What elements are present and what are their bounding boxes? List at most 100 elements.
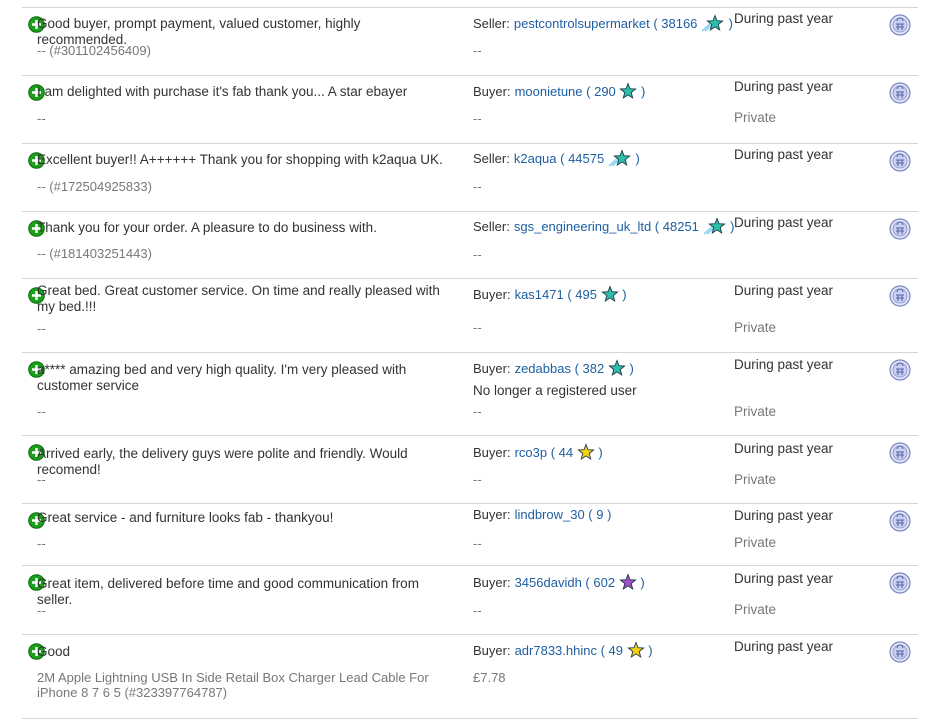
user-link[interactable]: zedabbas xyxy=(515,361,571,376)
feedback-from: Buyer: adr7833.hhinc ( 49 ) xyxy=(473,641,653,659)
feedback-item-info: -- (#301102456409) xyxy=(37,43,151,58)
feedback-score-link[interactable]: 382 xyxy=(583,361,605,376)
user-link[interactable]: lindbrow_30 xyxy=(515,507,585,522)
user-link[interactable]: sgs_engineering_uk_ltd xyxy=(514,219,651,234)
score-close-paren: ) xyxy=(618,286,627,302)
score-close-paren: ) xyxy=(636,574,645,590)
feedback-score-link[interactable]: 602 xyxy=(593,575,615,590)
role-label: Buyer: xyxy=(473,286,511,302)
score-open-paren: ( xyxy=(556,150,569,166)
purple-star-icon xyxy=(618,573,637,591)
feedback-stats-icon[interactable] xyxy=(889,442,911,469)
score-close-paren: ) xyxy=(637,83,646,99)
teal-star-icon xyxy=(619,82,638,100)
role-label: Buyer: xyxy=(473,360,511,376)
feedback-price: -- xyxy=(473,111,482,126)
feedback-comment: Excellent buyer!! A++++++ Thank you for … xyxy=(37,152,443,167)
teal-shooting-star-icon xyxy=(702,217,727,235)
feedback-item-info: -- xyxy=(37,603,46,618)
user-status-note: No longer a registered user xyxy=(473,383,637,398)
feedback-item-info: -- xyxy=(37,111,46,126)
feedback-stats-icon[interactable] xyxy=(889,82,911,109)
feedback-stats-icon[interactable] xyxy=(889,14,911,41)
feedback-score-link[interactable]: 48251 xyxy=(663,219,699,234)
feedback-item-info: 2M Apple Lightning USB In Side Retail Bo… xyxy=(37,670,429,700)
feedback-price: -- xyxy=(473,247,482,262)
feedback-score-link[interactable]: 9 xyxy=(596,507,603,522)
feedback-score-link[interactable]: 44 xyxy=(559,445,573,460)
role-label: Seller: xyxy=(473,218,510,234)
feedback-time: During past year xyxy=(734,357,834,372)
teal-shooting-star-icon xyxy=(701,14,725,32)
feedback-time: During past year xyxy=(734,571,834,586)
feedback-time: During past year xyxy=(734,283,834,298)
feedback-score-link[interactable]: 38166 xyxy=(661,16,697,31)
feedback-from: Buyer: rco3p ( 44 ) xyxy=(473,443,603,461)
feedback-comment: a**** amazing bed and very high quality.… xyxy=(37,362,407,393)
feedback-stats-icon[interactable] xyxy=(889,218,911,245)
feedback-from: Seller: pestcontrolsupermarket ( 38166 ) xyxy=(473,14,733,32)
feedback-price: -- xyxy=(473,472,482,487)
user-link[interactable]: kas1471 xyxy=(515,287,564,302)
score-open-paren: ( xyxy=(651,218,663,234)
feedback-item-info: -- (#172504925833) xyxy=(37,179,152,194)
feedback-time: During past year xyxy=(734,147,834,162)
yellow-star-icon xyxy=(576,443,595,461)
score-open-paren: ( xyxy=(584,507,597,522)
user-link[interactable]: k2aqua xyxy=(514,151,557,166)
feedback-price: -- xyxy=(473,404,482,419)
role-label: Buyer: xyxy=(473,507,511,522)
feedback-price: £7.78 xyxy=(473,670,506,685)
feedback-item-info: -- xyxy=(37,536,46,551)
feedback-from: Buyer: 3456davidh ( 602 ) xyxy=(473,573,645,591)
teal-star-icon xyxy=(608,359,626,377)
row-separator xyxy=(22,503,918,504)
score-open-paren: ( xyxy=(596,642,609,658)
feedback-score-link[interactable]: 44575 xyxy=(568,151,604,166)
feedback-from: Buyer: kas1471 ( 495 ) xyxy=(473,285,627,303)
user-link[interactable]: pestcontrolsupermarket xyxy=(514,16,650,31)
user-link[interactable]: rco3p xyxy=(515,445,548,460)
feedback-price: -- xyxy=(473,179,482,194)
feedback-stats-icon[interactable] xyxy=(889,285,911,312)
feedback-stats-icon[interactable] xyxy=(889,359,911,386)
feedback-item-info: -- xyxy=(37,404,46,419)
row-separator xyxy=(22,352,918,353)
feedback-privacy: Private xyxy=(734,535,777,550)
feedback-item-info: -- (#181403251443) xyxy=(37,246,152,261)
user-link[interactable]: moonietune xyxy=(515,84,583,99)
feedback-from: Buyer: moonietune ( 290 ) xyxy=(473,82,645,100)
feedback-from: Buyer: lindbrow_30 ( 9 ) xyxy=(473,507,611,522)
feedback-score-link[interactable]: 290 xyxy=(594,84,616,99)
score-close-paren: ) xyxy=(625,360,634,376)
row-separator xyxy=(22,211,918,212)
row-separator xyxy=(22,75,918,76)
feedback-stats-icon[interactable] xyxy=(889,150,911,177)
feedback-stats-icon[interactable] xyxy=(889,641,911,668)
feedback-item-info: -- xyxy=(37,321,46,336)
score-open-paren: ( xyxy=(581,574,594,590)
feedback-time: During past year xyxy=(734,508,834,523)
role-label: Buyer: xyxy=(473,83,511,99)
feedback-stats-icon[interactable] xyxy=(889,510,911,537)
row-separator xyxy=(22,634,918,635)
feedback-stats-icon[interactable] xyxy=(889,572,911,599)
feedback-item-info: -- xyxy=(37,472,46,487)
feedback-price: -- xyxy=(473,43,482,58)
feedback-from: Buyer: zedabbas ( 382 ) xyxy=(473,359,634,377)
feedback-score-link[interactable]: 495 xyxy=(575,287,597,302)
score-close-paren: ) xyxy=(725,15,733,31)
row-separator xyxy=(22,435,918,436)
row-separator xyxy=(22,565,918,566)
row-separator xyxy=(22,278,918,279)
user-link[interactable]: 3456davidh xyxy=(515,575,582,590)
role-label: Buyer: xyxy=(473,642,511,658)
feedback-score-link[interactable]: 49 xyxy=(609,643,623,658)
score-close-paren: ) xyxy=(594,444,603,460)
score-close-paren: ) xyxy=(607,507,612,522)
feedback-price: -- xyxy=(473,603,482,618)
score-close-paren: ) xyxy=(631,150,640,166)
role-label: Buyer: xyxy=(473,444,511,460)
user-link[interactable]: adr7833.hhinc xyxy=(515,643,597,658)
teal-star-icon xyxy=(600,285,619,303)
